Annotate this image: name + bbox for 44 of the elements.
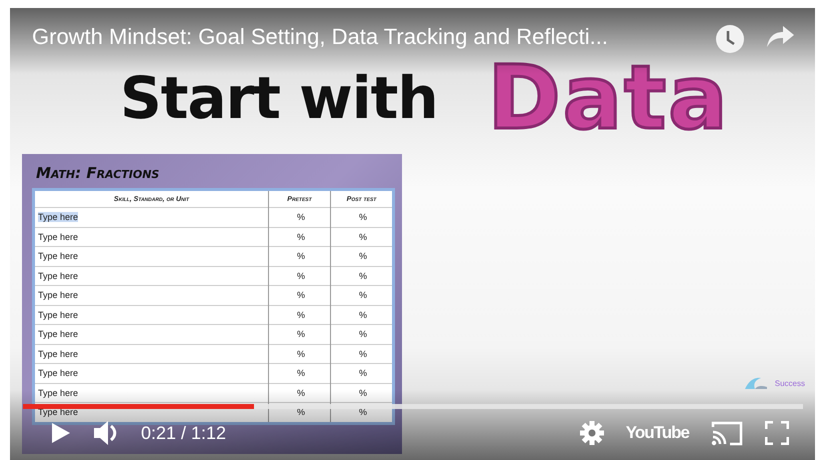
- table-cell: %: [330, 324, 394, 344]
- table-cell: %: [330, 383, 394, 402]
- clock-icon[interactable]: [715, 24, 745, 54]
- table-cell: %: [268, 344, 330, 364]
- table-cell: %: [330, 227, 394, 246]
- table-cell: Type here: [34, 364, 268, 383]
- play-icon[interactable]: [51, 422, 71, 444]
- table-cell: %: [330, 364, 394, 383]
- video-player[interactable]: [10, 8, 815, 460]
- table-cell: %: [268, 266, 330, 286]
- table-cell: %: [330, 208, 394, 227]
- youtube-logo[interactable]: YouTube: [626, 423, 689, 443]
- table-cell: Type here: [34, 305, 268, 324]
- table-cell: %: [330, 305, 394, 324]
- table-cell: %: [268, 246, 330, 266]
- table-cell: Type here: [34, 286, 268, 305]
- progress-bar[interactable]: [23, 404, 803, 409]
- table-cell: %: [268, 324, 330, 344]
- table-cell: Type here: [34, 324, 268, 344]
- cast-icon[interactable]: [711, 420, 743, 446]
- table-cell: %: [268, 383, 330, 402]
- slide-heading: Start with: [120, 64, 438, 132]
- table-cell: %: [330, 344, 394, 364]
- fullscreen-icon[interactable]: [765, 421, 789, 445]
- table-cell: Type here: [34, 208, 268, 227]
- slide-heading-accent: Data: [488, 54, 730, 142]
- worksheet-title: Math: Fractions: [36, 164, 160, 182]
- share-icon[interactable]: [765, 24, 795, 48]
- table-cell: Type here: [34, 246, 268, 266]
- table-cell: %: [330, 286, 394, 305]
- brand-label: Success: [774, 378, 805, 388]
- table-cell: Type here: [34, 227, 268, 246]
- table-cell: %: [330, 266, 394, 286]
- wave-logo-icon: [742, 376, 769, 390]
- table-cell: %: [268, 286, 330, 305]
- table-cell: %: [268, 364, 330, 383]
- time-display: 0:21 / 1:12: [141, 422, 226, 444]
- table-cell: Type here: [34, 344, 268, 364]
- table-cell: %: [268, 305, 330, 324]
- table-cell: Type here: [34, 266, 268, 286]
- table-cell: Type here: [34, 383, 268, 402]
- table-cell: %: [268, 208, 330, 227]
- table-cell: %: [330, 246, 394, 266]
- table-cell: %: [268, 227, 330, 246]
